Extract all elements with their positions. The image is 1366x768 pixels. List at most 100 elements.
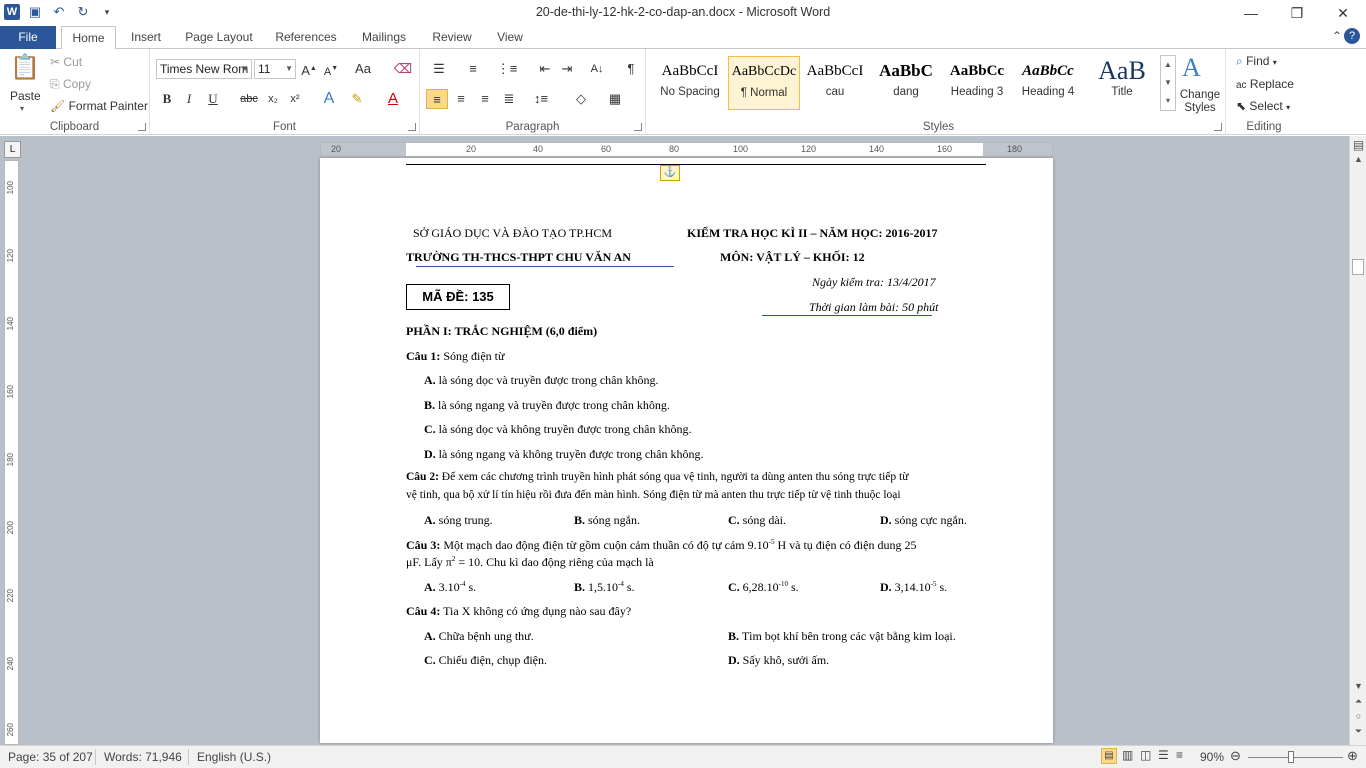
vertical-ruler[interactable]: 100 120 140 160 180 200 220 240 260: [4, 160, 19, 745]
tab-page-layout[interactable]: Page Layout: [180, 26, 258, 49]
tab-insert[interactable]: Insert: [124, 26, 168, 49]
next-page-icon[interactable]: ⏷: [1350, 726, 1366, 740]
superscript-icon[interactable]: x²: [284, 89, 306, 109]
help-icon[interactable]: ?: [1344, 28, 1360, 44]
format-painter-button[interactable]: Format Painter: [69, 99, 148, 113]
text-effects-icon[interactable]: A: [318, 89, 340, 109]
copy-button[interactable]: Copy: [63, 77, 91, 91]
paste-dropdown-icon[interactable]: ▾: [20, 104, 24, 113]
minimize-ribbon-icon[interactable]: ⌃: [1332, 29, 1342, 43]
restore-button[interactable]: ❐: [1274, 0, 1320, 26]
tab-file[interactable]: File: [0, 26, 56, 49]
horizontal-ruler[interactable]: 20 20 40 60 80 100 120 140 160 180: [320, 142, 1053, 157]
styles-launcher-icon[interactable]: [1214, 123, 1222, 131]
highlight-icon[interactable]: ✎: [346, 89, 368, 109]
ruler-tick: 120: [6, 249, 15, 263]
style-dang[interactable]: AaBbC dang: [870, 56, 942, 110]
select-button[interactable]: Select: [1249, 99, 1282, 113]
style-cau[interactable]: AaBbCcI cau: [799, 56, 871, 110]
line-spacing-icon[interactable]: ↕≡: [530, 89, 552, 109]
ruler-tick: 180: [1007, 144, 1023, 154]
style-no-spacing[interactable]: AaBbCcI No Spacing: [654, 56, 726, 110]
page-count[interactable]: Page: 35 of 207: [8, 750, 93, 764]
style-preview: AaB: [1098, 56, 1146, 85]
font-launcher-icon[interactable]: [408, 123, 416, 131]
zoom-slider-thumb[interactable]: [1288, 751, 1294, 763]
zoom-out-icon[interactable]: ⊖: [1230, 748, 1241, 764]
outline-icon[interactable]: ☰: [1158, 748, 1169, 762]
underline-icon[interactable]: U: [202, 89, 224, 109]
document-page[interactable]: ⚓ SỞ GIÁO DỤC VÀ ĐÀO TẠO TP.HCM KIỂM TRA…: [320, 158, 1053, 743]
align-left-icon[interactable]: ≡: [426, 89, 448, 109]
question-text: Sóng điện từ: [440, 349, 505, 363]
select-browse-object-icon[interactable]: ○: [1350, 711, 1366, 725]
decrease-indent-icon[interactable]: ⇤: [534, 59, 556, 79]
shrink-font-icon[interactable]: A▼: [320, 59, 342, 79]
font-color-icon[interactable]: A: [382, 89, 404, 109]
minimize-button[interactable]: —: [1228, 0, 1274, 26]
view-ruler-icon[interactable]: ▤: [1350, 138, 1366, 152]
ruler-tick: 20: [466, 144, 477, 154]
show-hide-marks-icon[interactable]: ¶: [620, 59, 642, 79]
tab-view[interactable]: View: [490, 26, 530, 49]
shading-icon[interactable]: ◇: [570, 89, 592, 109]
subscript-icon[interactable]: x₂: [262, 89, 284, 109]
vertical-scrollbar[interactable]: ▤ ▲ ▼ ⏶ ○ ⏷: [1349, 136, 1366, 745]
clipboard-launcher-icon[interactable]: [138, 123, 146, 131]
tab-home[interactable]: Home: [61, 26, 116, 50]
scroll-down-icon[interactable]: ▼: [1350, 681, 1366, 695]
style-heading-3[interactable]: AaBbCc Heading 3: [941, 56, 1013, 110]
tab-references[interactable]: References: [270, 26, 342, 49]
change-styles-icon[interactable]: A: [1182, 53, 1201, 83]
italic-icon[interactable]: I: [178, 89, 200, 109]
draft-icon[interactable]: ≡: [1176, 748, 1183, 762]
change-styles-button[interactable]: Change Styles: [1178, 89, 1222, 115]
change-case-icon[interactable]: Aa: [352, 59, 374, 79]
find-button[interactable]: Find: [1246, 54, 1269, 68]
style-normal[interactable]: AaBbCcDc ¶ Normal: [728, 56, 800, 110]
zoom-slider[interactable]: [1248, 757, 1343, 758]
borders-icon[interactable]: ▦: [604, 89, 626, 109]
tab-selector-icon[interactable]: L: [4, 141, 21, 158]
style-heading-4[interactable]: AaBbCc Heading 4: [1012, 56, 1084, 110]
copy-icon: ⎘: [50, 77, 60, 91]
header-anchor-icon[interactable]: ⚓: [660, 165, 680, 181]
font-family-combo[interactable]: Times New Rom ▼: [156, 59, 252, 79]
increase-indent-icon[interactable]: ⇥: [556, 59, 578, 79]
bold-icon[interactable]: B: [156, 89, 178, 109]
zoom-level[interactable]: 90%: [1200, 750, 1224, 764]
styles-scroll-icon[interactable]: ▲ ▼ ▾: [1160, 55, 1176, 111]
paste-button[interactable]: Paste: [10, 89, 41, 103]
style-title[interactable]: AaB Title: [1086, 56, 1158, 110]
tab-review[interactable]: Review: [426, 26, 478, 49]
scroll-up-icon[interactable]: ▲: [1350, 154, 1366, 168]
bullets-icon[interactable]: ☰: [428, 59, 450, 79]
numbering-icon[interactable]: ≡: [462, 59, 484, 79]
font-size-combo[interactable]: 11 ▼: [254, 59, 296, 79]
align-center-icon[interactable]: ≡: [450, 89, 472, 109]
strikethrough-icon[interactable]: abc: [238, 89, 260, 109]
cut-button[interactable]: Cut: [63, 55, 82, 69]
justify-icon[interactable]: ≣: [498, 89, 520, 109]
grow-font-icon[interactable]: A▲: [298, 59, 320, 79]
tab-mailings[interactable]: Mailings: [354, 26, 414, 49]
zoom-in-icon[interactable]: ⊕: [1347, 748, 1358, 764]
question-2: Câu 2: Để xem các chương trình truyền hì…: [406, 471, 908, 483]
full-screen-reading-icon[interactable]: ▥: [1122, 748, 1133, 762]
option-text: 3,14.10: [894, 580, 931, 594]
word-count[interactable]: Words: 71,946: [104, 750, 182, 764]
scroll-thumb[interactable]: [1352, 259, 1364, 275]
align-right-icon[interactable]: ≡: [474, 89, 496, 109]
language[interactable]: English (U.S.): [197, 750, 271, 764]
close-button[interactable]: ✕: [1320, 0, 1366, 26]
replace-button[interactable]: Replace: [1250, 77, 1294, 91]
paste-icon[interactable]: 📋: [10, 53, 40, 83]
web-layout-icon[interactable]: ◫: [1140, 748, 1151, 762]
multilevel-list-icon[interactable]: ⋮≡: [496, 59, 518, 79]
print-layout-icon[interactable]: ▤: [1101, 748, 1117, 764]
previous-page-icon[interactable]: ⏶: [1350, 696, 1366, 710]
paragraph-launcher-icon[interactable]: [634, 123, 642, 131]
sort-icon[interactable]: A↓: [586, 59, 608, 79]
option-letter: C.: [728, 580, 740, 594]
clear-formatting-icon[interactable]: ⌫: [392, 59, 414, 79]
